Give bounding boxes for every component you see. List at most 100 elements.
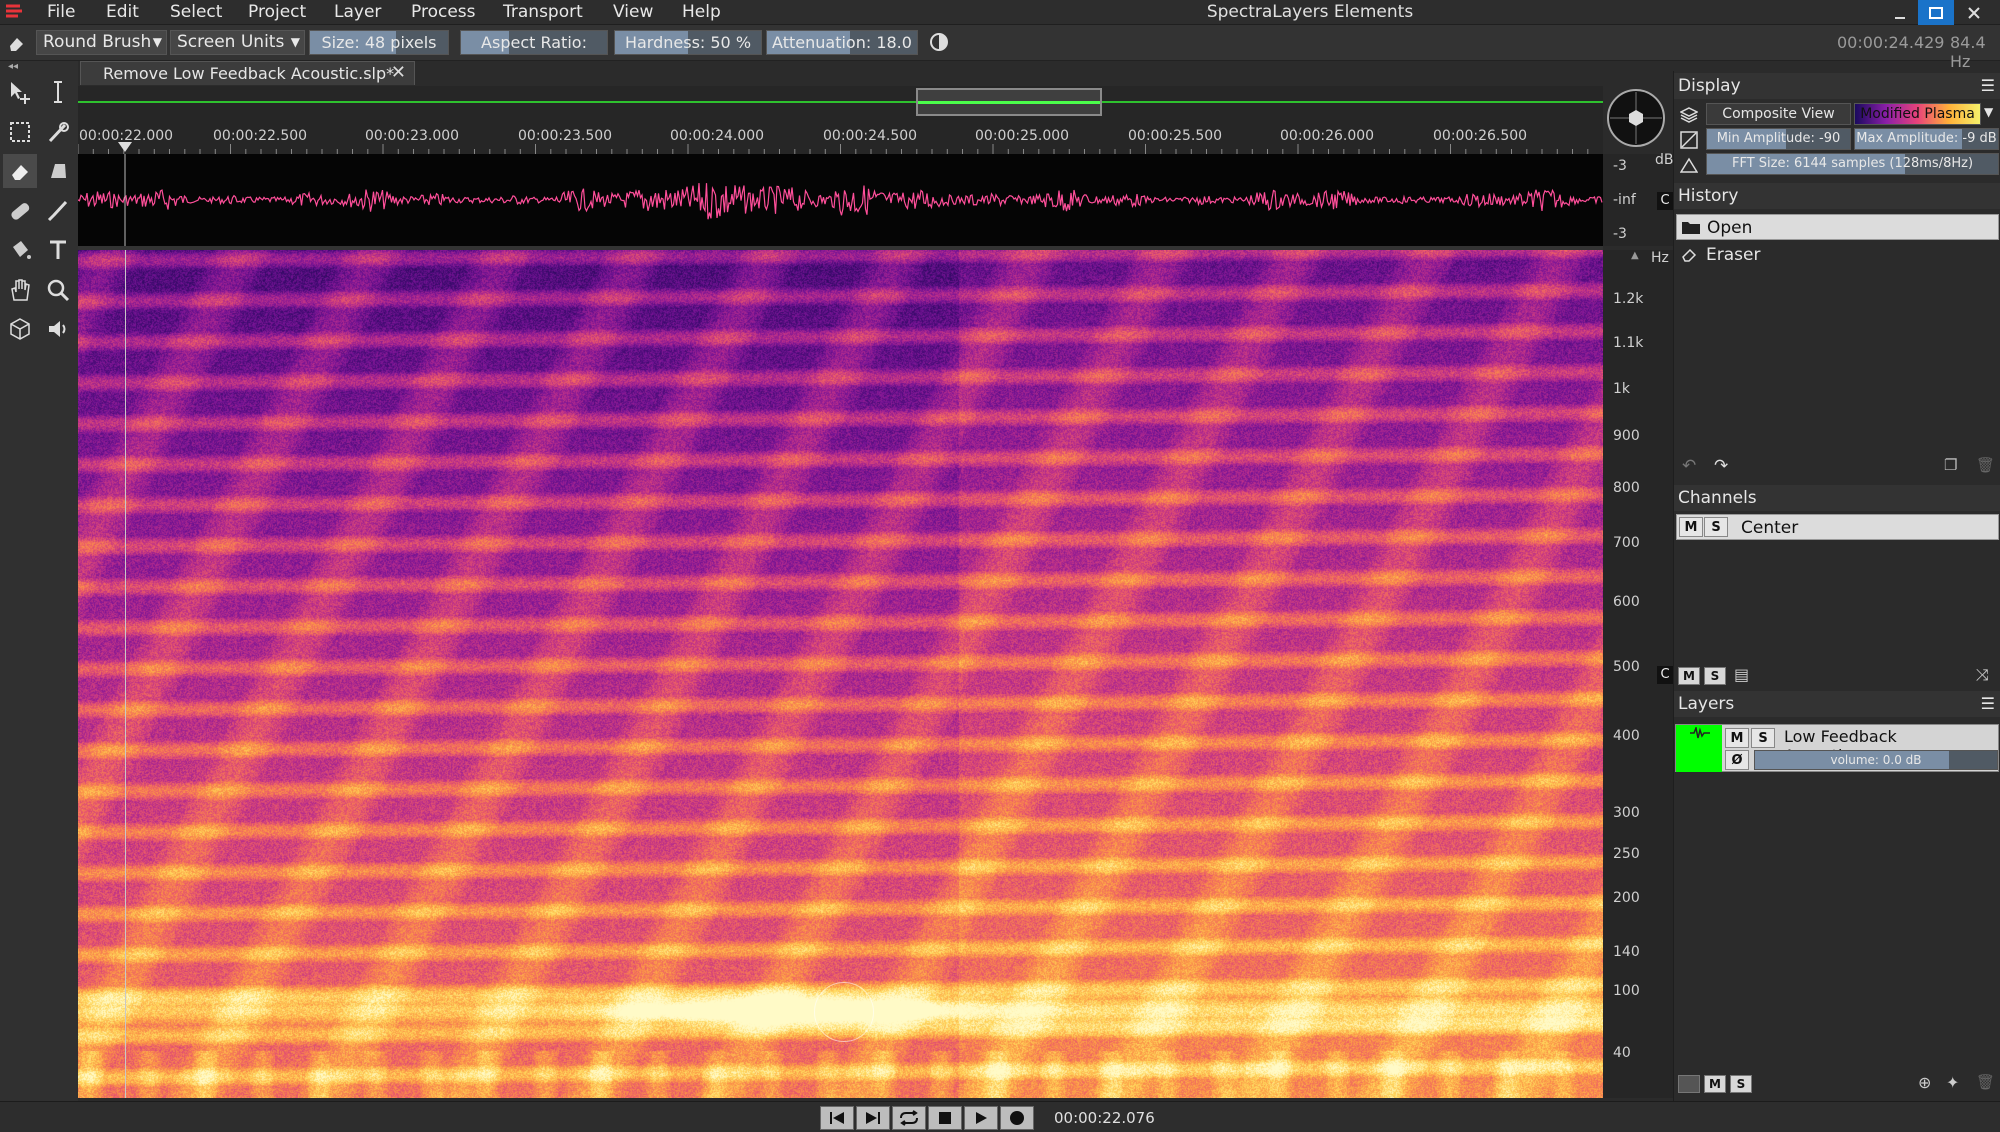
rectangle-select-tool[interactable] — [3, 115, 37, 149]
display-title: Display — [1678, 76, 1741, 96]
channel-item-center[interactable]: M S Center — [1676, 514, 1999, 540]
freq-label: 500 — [1613, 659, 1640, 675]
layer-settings-button[interactable] — [1678, 1075, 1700, 1093]
minimize-button[interactable] — [1882, 0, 1918, 25]
eraser-tool[interactable] — [3, 154, 37, 188]
zoom-tool[interactable] — [41, 273, 75, 307]
menu-edit[interactable]: Edit — [106, 2, 139, 22]
channels-mute-all-button[interactable]: M — [1678, 667, 1700, 685]
menu-project[interactable]: Project — [248, 2, 306, 22]
redo-icon[interactable]: ↷ — [1714, 456, 1728, 476]
layers-solo-all-button[interactable]: S — [1730, 1075, 1752, 1093]
loop-icon — [900, 1110, 918, 1126]
palette-select[interactable]: Modified Plasma — [1854, 103, 1981, 125]
layer-solo-button[interactable]: S — [1751, 728, 1775, 748]
channel-label: Center — [1741, 518, 1799, 538]
waveform-view[interactable] — [77, 154, 1603, 246]
chevron-down-icon[interactable]: ▼ — [1984, 105, 1993, 119]
brush-shape-select[interactable]: Round Brush ▼ — [36, 30, 167, 55]
go-to-end-button[interactable] — [856, 1106, 890, 1130]
max-amplitude-slider[interactable]: Max Amplitude: -9 dB — [1854, 128, 1999, 150]
collapse-icon[interactable]: ◂◂ — [8, 61, 18, 72]
heal-tool[interactable] — [3, 194, 37, 228]
text-tool[interactable] — [41, 233, 75, 267]
menu-view[interactable]: View — [613, 2, 653, 22]
min-amplitude-slider[interactable]: Min Amplitude: -90 dB — [1706, 128, 1851, 150]
maximize-button[interactable] — [1918, 0, 1954, 25]
attenuation-slider[interactable]: Attenuation: 18.0 dB — [766, 30, 918, 55]
channels-panel-header: Channels — [1674, 485, 2000, 511]
channel-mute-button[interactable]: M — [1679, 517, 1703, 537]
history-item-open[interactable]: Open — [1676, 214, 1999, 240]
speaker-tool[interactable] — [41, 312, 75, 346]
amplitude-icon — [1680, 131, 1698, 149]
layer-item[interactable]: M S Low Feedback Acoustic.wav Ø volume: … — [1675, 724, 1999, 772]
time-ruler[interactable]: 00:00:22.000 00:00:22.500 00:00:23.000 0… — [78, 118, 1603, 154]
play-button[interactable] — [964, 1106, 998, 1130]
menu-process[interactable]: Process — [411, 2, 476, 22]
time-tick: 00:00:26.500 — [1433, 128, 1528, 144]
record-button[interactable] — [1000, 1106, 1034, 1130]
close-window-button[interactable] — [1956, 0, 1992, 25]
channels-solo-all-button[interactable]: S — [1704, 667, 1726, 685]
brush-tool[interactable] — [41, 194, 75, 228]
scroll-up-icon[interactable]: ▲ — [1631, 250, 1639, 261]
document-tab[interactable]: Remove Low Feedback Acoustic.slp* ✕ — [80, 61, 415, 85]
brush-cursor — [814, 982, 874, 1042]
chevron-down-icon: ▼ — [152, 35, 162, 49]
split-icon[interactable]: ⤨ — [1976, 665, 1989, 685]
layer-color-swatch — [1676, 725, 1722, 772]
phase-invert-button[interactable]: Ø — [1725, 750, 1749, 770]
playhead-marker-icon[interactable] — [118, 142, 132, 154]
loop-button[interactable] — [892, 1106, 926, 1130]
layer-volume-slider[interactable]: volume: 0.0 dB — [1754, 750, 1998, 770]
spectrogram-view[interactable] — [78, 250, 1603, 1098]
move-tool[interactable] — [3, 75, 37, 109]
channel-solo-button[interactable]: S — [1704, 517, 1728, 537]
composite-view-button[interactable]: Composite View — [1706, 103, 1851, 125]
overview-viewport-handle[interactable] — [916, 88, 1102, 116]
time-select-tool[interactable] — [41, 75, 75, 109]
go-to-start-button[interactable] — [820, 1106, 854, 1130]
freq-label: 900 — [1613, 428, 1640, 444]
window-title: SpectraLayers Elements — [1206, 2, 1414, 22]
menu-select[interactable]: Select — [170, 2, 222, 22]
fft-icon — [1679, 156, 1699, 174]
menu-icon[interactable]: ☰ — [1981, 73, 1995, 99]
close-tab-icon[interactable]: ✕ — [391, 62, 406, 83]
overview-strip[interactable] — [78, 86, 1603, 118]
new-layer-icon[interactable]: ⊕ — [1918, 1073, 1931, 1092]
channel-tag-badge[interactable]: C — [1657, 666, 1673, 684]
lasso-tool[interactable] — [41, 115, 75, 149]
trash-icon[interactable]: 🗑 — [1976, 456, 1995, 474]
text-icon — [50, 240, 66, 259]
channel-tag-badge[interactable]: C — [1657, 192, 1673, 210]
aspect-ratio-slider[interactable]: Aspect Ratio: 1.00 — [460, 30, 608, 55]
extract-icon[interactable]: ✦ — [1946, 1073, 1959, 1092]
freq-label: 40 — [1613, 1045, 1631, 1061]
trash-icon[interactable]: 🗑 — [1976, 1073, 1995, 1091]
layers-mute-all-button[interactable]: M — [1704, 1075, 1726, 1093]
list-icon[interactable]: ▤ — [1734, 665, 1749, 684]
menu-icon[interactable]: ☰ — [1981, 691, 1995, 717]
3d-view-tool[interactable] — [3, 312, 37, 346]
navigator-widget[interactable] — [1606, 88, 1666, 148]
fft-size-slider[interactable]: FFT Size: 6144 samples (128ms/8Hz) — [1706, 153, 1999, 175]
stop-button[interactable] — [928, 1106, 962, 1130]
amplitude-eraser-tool[interactable] — [41, 154, 75, 188]
undo-icon[interactable]: ↶ — [1682, 456, 1696, 476]
size-slider[interactable]: Size: 48 pixels — [309, 30, 449, 55]
hardness-slider[interactable]: Hardness: 50 % — [614, 30, 762, 55]
invert-button[interactable] — [928, 31, 952, 55]
menu-layer[interactable]: Layer — [334, 2, 381, 22]
hand-tool[interactable] — [3, 273, 37, 307]
menu-file[interactable]: File — [47, 2, 75, 22]
menu-transport[interactable]: Transport — [503, 2, 583, 22]
frequency-axis: Hz ▲ 1.2k 1.1k 1k 900 800 700 600 500 40… — [1603, 250, 1675, 1098]
menu-help[interactable]: Help — [682, 2, 721, 22]
layer-mute-button[interactable]: M — [1725, 728, 1749, 748]
history-item-eraser[interactable]: Eraser — [1676, 242, 1999, 268]
units-select[interactable]: Screen Units ▼ — [170, 30, 305, 55]
copy-icon[interactable]: ❐ — [1944, 456, 1957, 474]
fill-tool[interactable] — [3, 233, 37, 267]
